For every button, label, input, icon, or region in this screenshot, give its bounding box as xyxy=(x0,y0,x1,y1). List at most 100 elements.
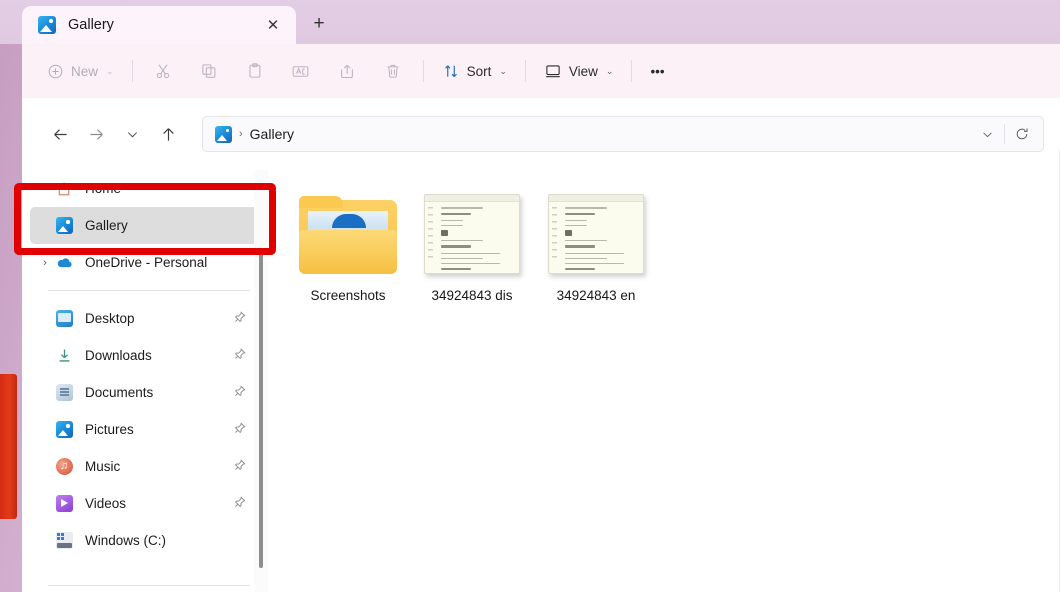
screen-edge-red-element xyxy=(0,374,17,519)
pin-icon[interactable] xyxy=(234,459,246,474)
pictures-icon xyxy=(54,420,74,440)
music-icon xyxy=(54,457,74,477)
address-input[interactable]: › Gallery xyxy=(202,116,1044,152)
sidebar-divider xyxy=(48,290,250,291)
file-item-34924843-en[interactable]: 34924843 en xyxy=(534,184,658,303)
sidebar-item-music[interactable]: Music xyxy=(30,448,260,485)
paste-button[interactable] xyxy=(232,54,278,88)
address-divider xyxy=(1004,124,1005,144)
sidebar-item-gallery[interactable]: Gallery xyxy=(30,207,260,244)
rename-button[interactable] xyxy=(278,54,324,88)
sidebar-item-home[interactable]: Home xyxy=(30,170,260,207)
sidebar-scrollbar-thumb[interactable] xyxy=(259,248,263,568)
file-name-label: 34924843 en xyxy=(556,288,636,303)
copy-button[interactable] xyxy=(186,54,232,88)
gallery-picture-icon xyxy=(38,16,56,34)
rename-icon xyxy=(291,62,310,81)
chevron-down-icon: ⌄ xyxy=(605,65,614,76)
up-button[interactable] xyxy=(150,117,186,151)
clipboard-icon xyxy=(246,62,264,80)
sidebar-item-label: Documents xyxy=(85,385,154,400)
trash-icon xyxy=(384,62,402,80)
delete-button[interactable] xyxy=(370,54,416,88)
command-toolbar: New ⌄ Sort ⌄ View ⌄ ••• xyxy=(22,44,1060,98)
tab-gallery[interactable]: Gallery ✕ xyxy=(22,6,296,44)
view-monitor-icon xyxy=(544,62,562,80)
chevron-down-icon: ⌄ xyxy=(106,65,114,76)
videos-icon xyxy=(54,494,74,514)
sidebar-item-label: Desktop xyxy=(85,311,135,326)
copy-icon xyxy=(200,62,218,80)
file-list-pane[interactable]: Screenshots 34924843 dis 34924843 en xyxy=(268,170,1060,592)
sidebar-item-desktop[interactable]: Desktop xyxy=(30,300,260,337)
file-explorer-window: Gallery ✕ + New ⌄ Sort ⌄ View ⌄ ••• › Ga… xyxy=(0,0,1060,592)
refresh-button[interactable] xyxy=(1007,119,1037,149)
more-options-button[interactable]: ••• xyxy=(639,54,675,88)
cut-button[interactable] xyxy=(140,54,186,88)
document-preview-icon xyxy=(424,194,520,274)
close-icon[interactable]: ✕ xyxy=(260,12,286,38)
gallery-picture-icon xyxy=(54,216,74,236)
share-button[interactable] xyxy=(324,54,370,88)
toolbar-separator xyxy=(422,60,424,82)
sidebar-scrollbar[interactable] xyxy=(254,170,268,592)
recent-locations-button[interactable] xyxy=(114,117,150,151)
sidebar-item-documents[interactable]: Documents xyxy=(30,374,260,411)
file-grid: Screenshots 34924843 dis 34924843 en xyxy=(286,184,1060,303)
gallery-picture-icon xyxy=(215,125,232,143)
scissors-icon xyxy=(154,62,172,80)
sidebar-item-label: Music xyxy=(85,459,121,474)
share-icon xyxy=(338,62,356,80)
sort-button[interactable]: Sort ⌄ xyxy=(431,54,518,88)
sidebar-item-label: Windows (C:) xyxy=(85,533,167,548)
sidebar-item-onedrive[interactable]: › OneDrive - Personal xyxy=(30,244,260,281)
breadcrumb-gallery[interactable]: Gallery xyxy=(250,126,294,142)
tab-label: Gallery xyxy=(68,17,114,33)
back-button[interactable] xyxy=(42,117,78,151)
file-name-label: Screenshots xyxy=(310,288,386,303)
drive-icon xyxy=(54,531,74,551)
pin-icon[interactable] xyxy=(234,496,246,511)
sidebar-item-windows-c[interactable]: Windows (C:) xyxy=(30,522,260,559)
view-button[interactable]: View ⌄ xyxy=(533,54,625,88)
file-item-34924843-dis[interactable]: 34924843 dis xyxy=(410,184,534,303)
new-tab-button[interactable]: + xyxy=(304,10,334,38)
sidebar-item-downloads[interactable]: Downloads xyxy=(30,337,260,374)
new-button[interactable]: New ⌄ xyxy=(36,54,125,88)
pin-icon[interactable] xyxy=(234,422,246,437)
pin-icon[interactable] xyxy=(234,385,246,400)
onedrive-cloud-icon xyxy=(54,253,74,273)
navigation-pane: Home Gallery › OneDrive - Personal Deskt… xyxy=(22,170,268,592)
toolbar-separator xyxy=(131,60,133,82)
sidebar-item-pictures[interactable]: Pictures xyxy=(30,411,260,448)
file-item-screenshots[interactable]: Screenshots xyxy=(286,184,410,303)
view-button-label: View xyxy=(568,63,598,79)
desktop-icon xyxy=(54,309,74,329)
folder-icon xyxy=(299,196,397,274)
forward-button[interactable] xyxy=(78,117,114,151)
pin-icon[interactable] xyxy=(234,348,246,363)
image-thumbnail xyxy=(546,188,646,274)
breadcrumb-separator: › xyxy=(239,128,243,140)
sidebar-item-label: Videos xyxy=(85,496,127,511)
sidebar-divider-bottom xyxy=(48,585,250,586)
address-bar-row: › Gallery xyxy=(22,98,1060,170)
file-name-label: 34924843 dis xyxy=(431,288,513,303)
chevron-right-icon[interactable]: › xyxy=(36,257,54,269)
explorer-body: Home Gallery › OneDrive - Personal Deskt… xyxy=(22,170,1060,592)
image-thumbnail xyxy=(422,188,522,274)
toolbar-separator xyxy=(524,60,526,82)
address-dropdown-button[interactable] xyxy=(972,119,1002,149)
title-bar: Gallery ✕ + xyxy=(0,0,1060,44)
toolbar-separator xyxy=(631,60,633,82)
sidebar-item-label: Gallery xyxy=(85,218,128,233)
folder-thumbnail xyxy=(298,188,398,274)
document-preview-icon xyxy=(548,194,644,274)
sidebar-item-videos[interactable]: Videos xyxy=(30,485,260,522)
sort-button-label: Sort xyxy=(466,63,492,79)
sidebar-item-label: Home xyxy=(85,181,122,196)
pin-icon[interactable] xyxy=(234,311,246,326)
sidebar-item-label: Downloads xyxy=(85,348,152,363)
downloads-arrow-icon xyxy=(54,346,74,366)
sort-icon xyxy=(442,62,460,80)
